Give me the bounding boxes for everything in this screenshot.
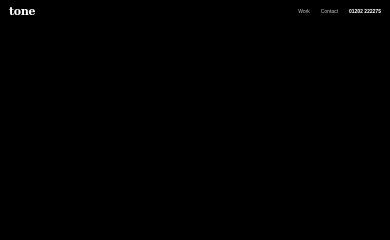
main-nav: Work Contact 01202 222275 [298,9,381,16]
logo-link[interactable]: tone [9,5,36,19]
phone-link[interactable]: 01202 222275 [349,9,381,16]
page: tone Work Contact 01202 222275 [0,0,390,240]
nav-link-work[interactable]: Work [298,9,310,16]
main-content [0,26,390,240]
nav-link-contact[interactable]: Contact [321,9,338,16]
site-header: tone Work Contact 01202 222275 [0,0,390,26]
